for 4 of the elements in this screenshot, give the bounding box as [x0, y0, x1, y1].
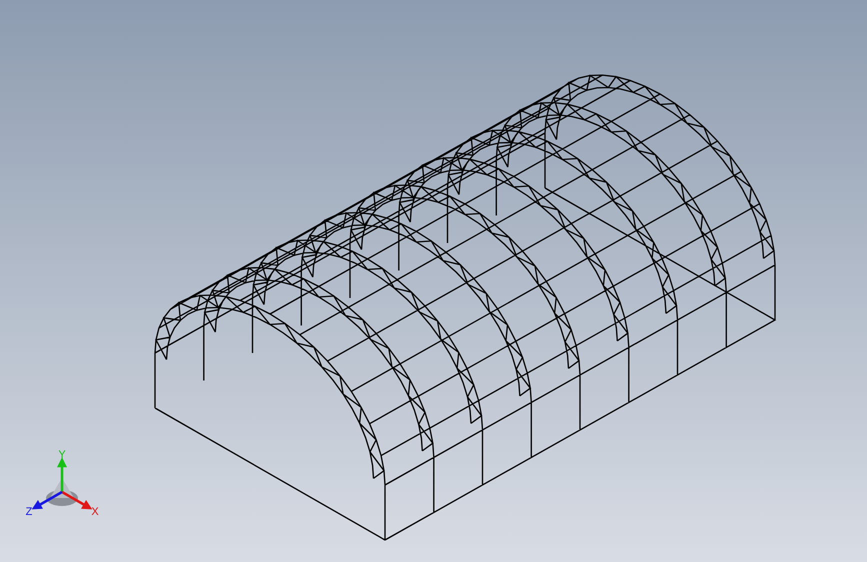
axis-label: Y: [58, 449, 66, 461]
axis-label: X: [91, 506, 99, 518]
axis-label: Z: [26, 506, 32, 518]
axis-triad-drawing: [32, 457, 92, 510]
